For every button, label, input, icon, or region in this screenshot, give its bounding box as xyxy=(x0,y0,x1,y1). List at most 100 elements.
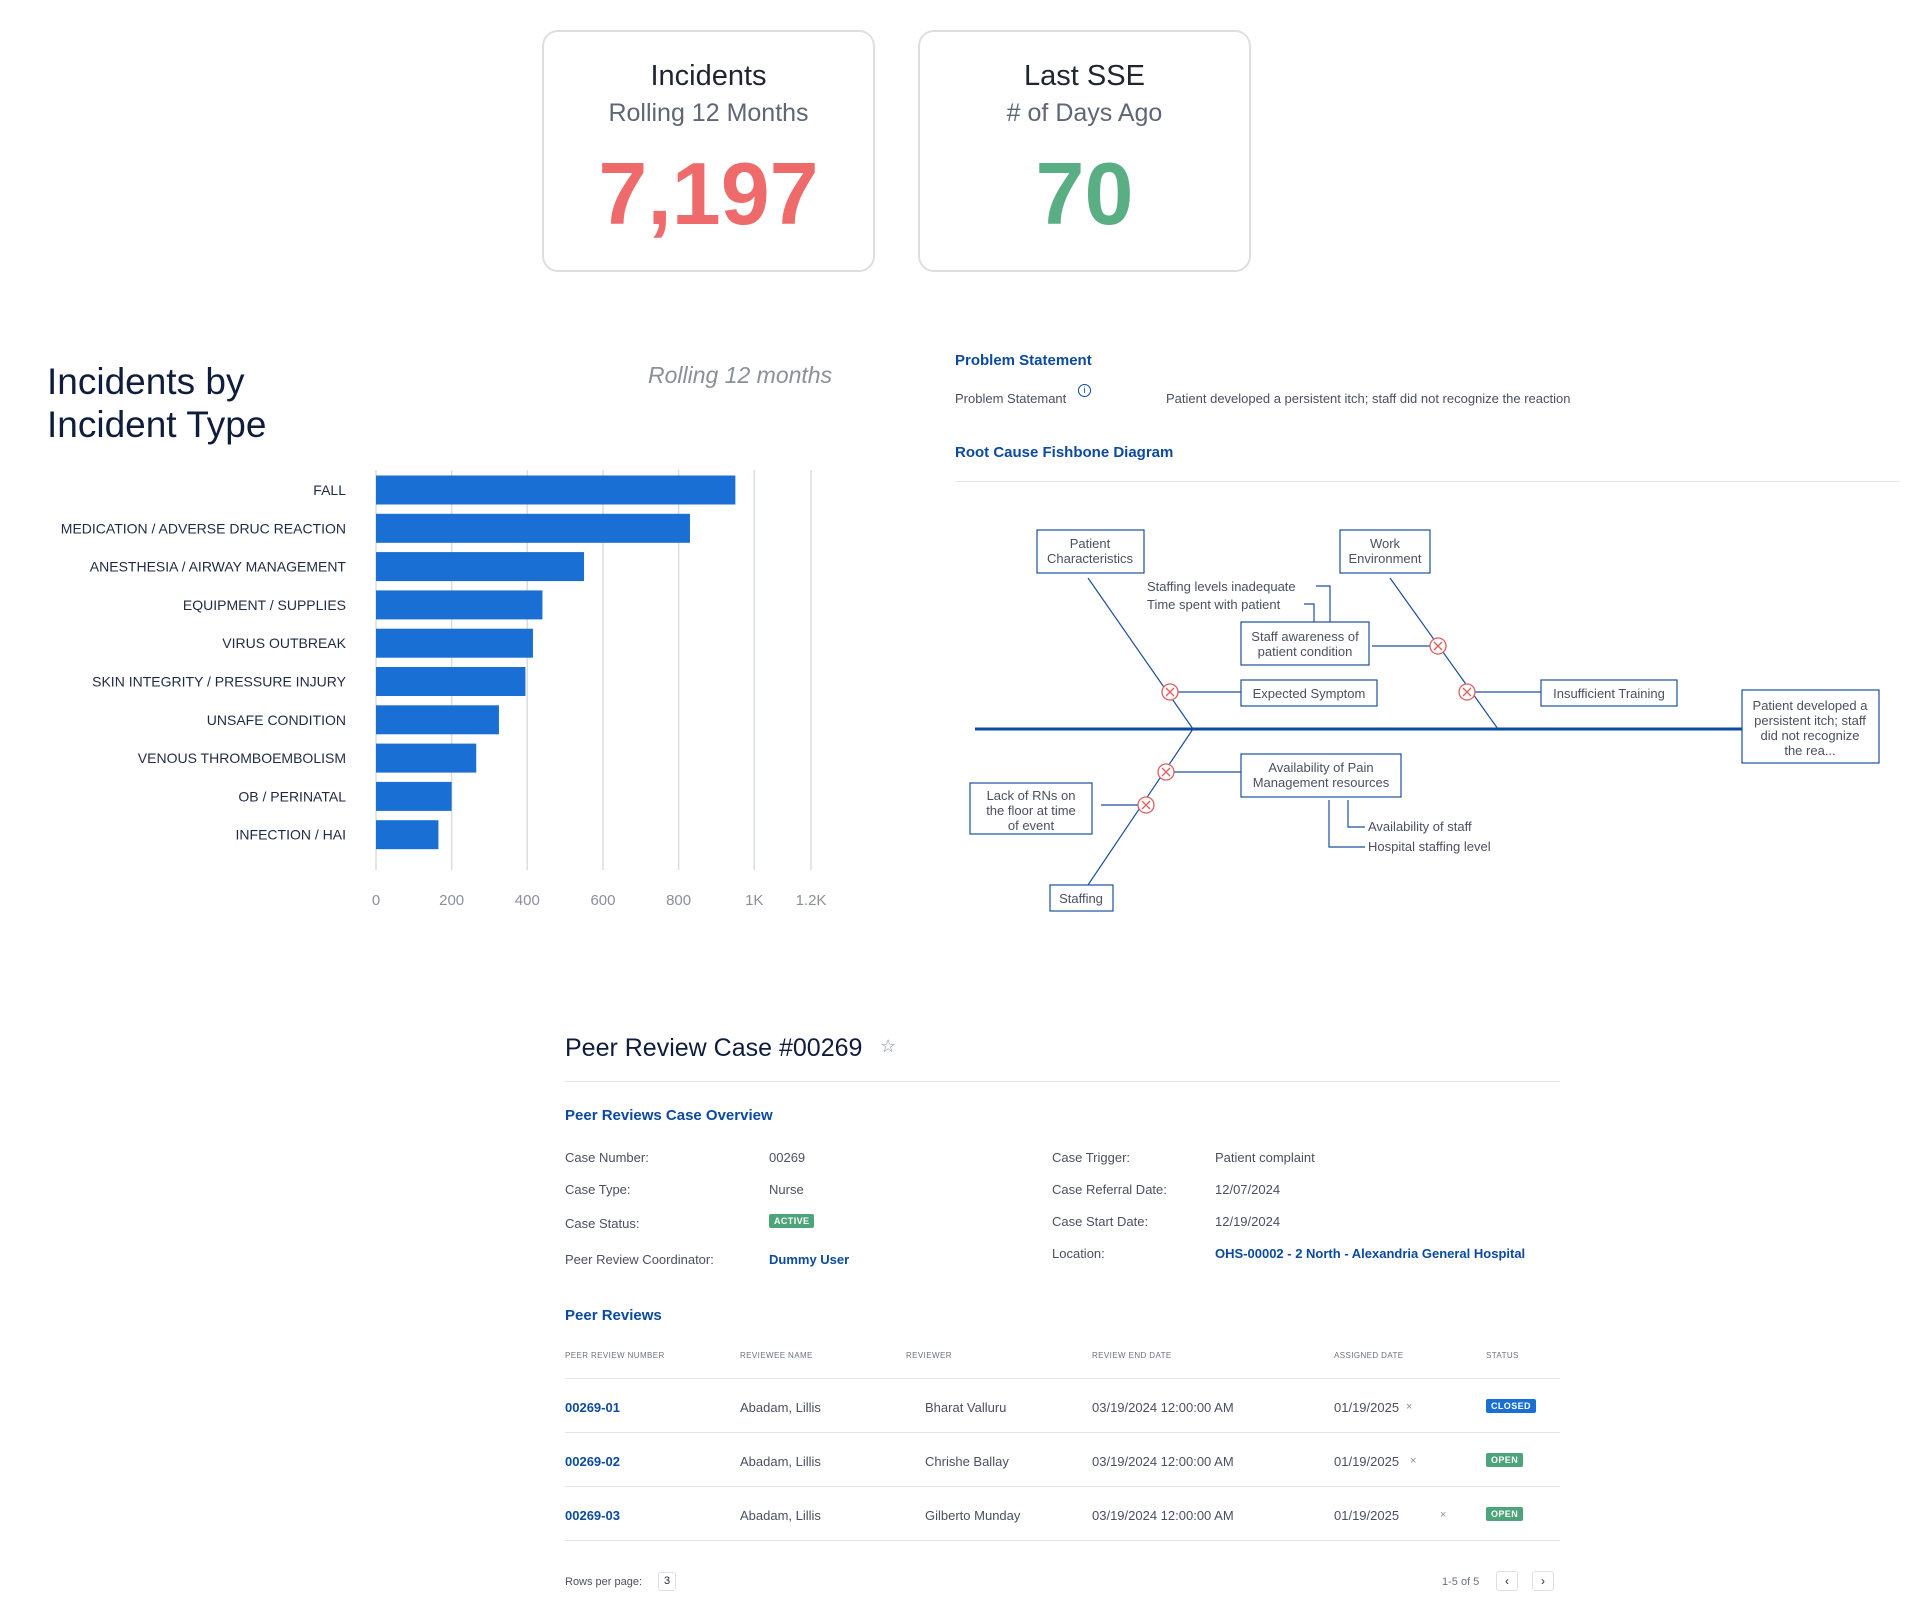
x-tick-label: 1.2K xyxy=(796,892,827,909)
bar xyxy=(376,667,526,696)
label-pain-2: Management resources xyxy=(1253,775,1390,790)
kpi-subtitle: Rolling 12 Months xyxy=(608,99,809,127)
x-tick-label: 0 xyxy=(372,892,380,909)
chart-title: Incidents by Incident Type xyxy=(47,360,266,446)
label-work-1: Work xyxy=(1370,536,1401,551)
label-outcome-1: Patient developed a xyxy=(1753,698,1869,713)
row-status: OPEN xyxy=(1486,1504,1524,1522)
review-number-link[interactable]: 00269-02 xyxy=(565,1454,620,1469)
label-hospital-staffing: Hospital staffing level xyxy=(1368,839,1491,854)
chevron-left-icon[interactable]: ‹ xyxy=(1496,1571,1518,1591)
kpi-card-last-sse: Last SSE # of Days Ago 70 xyxy=(918,30,1251,272)
info-icon[interactable]: i xyxy=(1078,384,1091,397)
label-staffing-inadequate: Staffing levels inadequate xyxy=(1147,579,1296,594)
col-header-reviewee[interactable]: REVIEWEE NAME xyxy=(740,1351,813,1360)
x-tick-label: 600 xyxy=(590,892,615,909)
bar xyxy=(376,743,477,773)
divider xyxy=(565,1540,1560,1541)
problem-text: Patient developed a persistent itch; sta… xyxy=(1166,391,1571,406)
star-icon[interactable]: ☆ xyxy=(880,1036,896,1057)
col-header-reviewer[interactable]: REVIEWER xyxy=(906,1351,952,1360)
assigned-date: 01/19/2025 xyxy=(1334,1508,1400,1523)
bar xyxy=(376,513,690,543)
pagination-range: 1-5 of 5 xyxy=(1442,1576,1480,1588)
col-header-number[interactable]: PEER REVIEW NUMBER xyxy=(565,1351,665,1360)
bar xyxy=(376,705,499,735)
review-end-date: 03/19/2024 12:00:00 AM xyxy=(1092,1508,1234,1523)
referral-date-value: 12/07/2024 xyxy=(1215,1182,1281,1197)
divider xyxy=(955,481,1900,482)
review-number-link[interactable]: 00269-03 xyxy=(565,1508,620,1523)
start-date-label: Case Start Date: xyxy=(1052,1214,1149,1229)
status-badge: CLOSED xyxy=(1486,1399,1536,1413)
category-label: VIRUS OUTBREAK xyxy=(222,635,346,651)
rows-per-page-select[interactable]: 3 xyxy=(658,1572,676,1591)
reviewee-name: Abadam, Lillis xyxy=(740,1508,821,1523)
category-label: MEDICATION / ADVERSE DRUC REACTION xyxy=(61,520,346,536)
case-status-badge: ACTIVE xyxy=(769,1211,815,1229)
x-icon[interactable]: × xyxy=(1410,1455,1416,1467)
kpi-value: 7,197 xyxy=(598,144,819,243)
label-staffing: Staffing xyxy=(1059,891,1103,906)
case-type-value: Nurse xyxy=(769,1182,804,1197)
divider xyxy=(565,1378,1560,1379)
label-insufficient-training: Insufficient Training xyxy=(1553,686,1665,701)
case-type-label: Case Type: xyxy=(565,1182,631,1197)
kpi-card-incidents: Incidents Rolling 12 Months 7,197 xyxy=(542,30,875,272)
category-label: EQUIPMENT / SUPPLIES xyxy=(183,597,346,613)
kpi-value: 70 xyxy=(1035,144,1134,243)
case-number-value: 00269 xyxy=(769,1150,806,1165)
x-tick-label: 800 xyxy=(666,892,691,909)
reviewee-name: Abadam, Lillis xyxy=(740,1400,821,1415)
label-patient-1: Patient xyxy=(1070,536,1111,551)
assigned-date: 01/19/2025 xyxy=(1334,1454,1400,1469)
coordinator-link[interactable]: Dummy User xyxy=(769,1252,849,1267)
label-work-2: Environment xyxy=(1349,551,1422,566)
row-status: CLOSED xyxy=(1486,1396,1536,1414)
kpi-title: Last SSE xyxy=(1024,60,1145,92)
bar xyxy=(376,590,543,620)
reviews-heading: Peer Reviews xyxy=(565,1307,662,1324)
x-tick-label: 200 xyxy=(439,892,464,909)
fishbone-diagram: Patient Characteristics Work Environment… xyxy=(969,529,1880,912)
location-label: Location: xyxy=(1052,1246,1105,1261)
location-link[interactable]: OHS-00002 - 2 North - Alexandria General… xyxy=(1215,1246,1525,1261)
divider xyxy=(565,1432,1560,1433)
category-label: VENOUS THROMBOEMBOLISM xyxy=(138,750,346,766)
review-number-link[interactable]: 00269-01 xyxy=(565,1400,620,1415)
col-header-status[interactable]: STATUS xyxy=(1486,1351,1519,1360)
x-tick-label: 1K xyxy=(745,892,763,909)
rows-per-page-label: Rows per page: xyxy=(565,1576,643,1588)
reviewer-name: Bharat Valluru xyxy=(925,1400,1007,1415)
col-header-end-date[interactable]: REVIEW END DATE xyxy=(1092,1351,1172,1360)
referral-date-label: Case Referral Date: xyxy=(1052,1182,1167,1197)
problem-heading: Problem Statement xyxy=(955,352,1092,369)
fishbone-heading: Root Cause Fishbone Diagram xyxy=(955,444,1174,461)
chevron-right-icon[interactable]: › xyxy=(1532,1571,1554,1591)
col-header-assigned[interactable]: ASSIGNED DATE xyxy=(1334,1351,1404,1360)
kpi-title: Incidents xyxy=(650,60,767,92)
overview-heading: Peer Reviews Case Overview xyxy=(565,1107,773,1124)
case-number-label: Case Number: xyxy=(565,1150,649,1165)
assigned-date: 01/19/2025 xyxy=(1334,1400,1400,1415)
label-awareness-2: patient condition xyxy=(1258,644,1353,659)
label-time-spent: Time spent with patient xyxy=(1147,597,1281,612)
row-status: OPEN xyxy=(1486,1450,1524,1468)
label-outcome-3: did not recognize xyxy=(1760,728,1859,743)
label-availability-staff: Availability of staff xyxy=(1368,819,1472,834)
x-icon[interactable]: × xyxy=(1406,1401,1412,1413)
bar xyxy=(376,820,439,850)
category-label: SKIN INTEGRITY / PRESSURE INJURY xyxy=(92,674,347,690)
category-label: ANESTHESIA / AIRWAY MANAGEMENT xyxy=(90,559,347,575)
label-outcome-4: the rea... xyxy=(1784,743,1835,758)
divider xyxy=(565,1486,1560,1487)
coordinator-label: Peer Review Coordinator: xyxy=(565,1252,714,1267)
bone-work xyxy=(1389,577,1499,730)
start-date-value: 12/19/2024 xyxy=(1215,1214,1281,1229)
kpi-subtitle: # of Days Ago xyxy=(1006,99,1163,127)
incidents-bar-chart: 0 200 400 600 800 1K 1.2K FALL MEDICATION / ADVE… xyxy=(61,470,827,909)
label-awareness-1: Staff awareness of xyxy=(1251,629,1359,644)
bar xyxy=(376,552,585,582)
status-badge: ACTIVE xyxy=(769,1214,815,1228)
x-icon[interactable]: × xyxy=(1440,1509,1446,1521)
